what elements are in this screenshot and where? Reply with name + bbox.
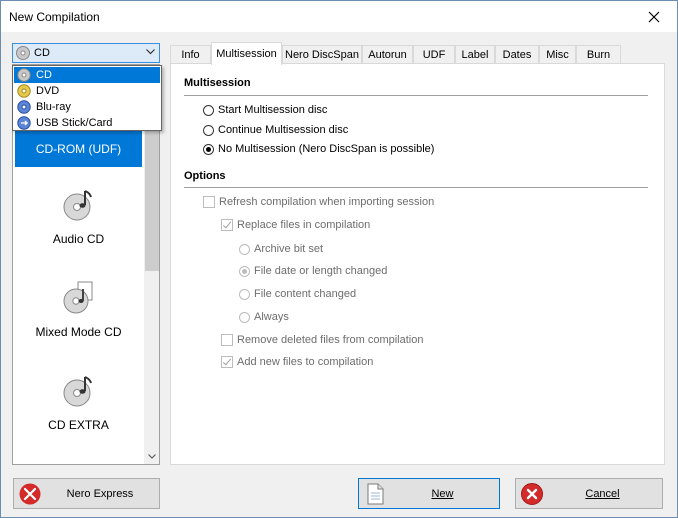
archive-bit-radio[interactable]: Archive bit set (239, 243, 323, 255)
radio-indicator (239, 243, 250, 255)
scroll-down-arrow[interactable] (144, 448, 159, 464)
scroll-thumb[interactable] (145, 125, 159, 271)
list-item-audio-cd[interactable]: Audio CD (15, 187, 142, 246)
media-type-select[interactable]: CD (12, 43, 160, 63)
file-content-radio[interactable]: File content changed (239, 288, 356, 300)
cd-icon (17, 68, 31, 82)
checkbox-indicator (221, 356, 233, 368)
tab-info[interactable]: Info (170, 45, 211, 63)
nero-express-button[interactable]: Nero Express (13, 478, 160, 509)
list-item-label: Audio CD (52, 232, 105, 246)
radio-indicator (203, 143, 214, 155)
replace-files-checkbox[interactable]: Replace files in compilation (221, 219, 370, 231)
options-group-title: Options (184, 170, 226, 182)
tab-dates[interactable]: Dates (495, 45, 539, 63)
list-item-label: Mixed Mode CD (35, 325, 122, 339)
media-type-dropdown[interactable]: CD DVD Blu-ray USB Stick/Card (12, 65, 162, 131)
audio-cd-icon (63, 190, 92, 221)
dropdown-option-cd[interactable]: CD (14, 67, 160, 83)
tab-nero-discspan[interactable]: Nero DiscSpan (282, 45, 362, 63)
checkbox-indicator (221, 219, 233, 231)
always-radio[interactable]: Always (239, 311, 289, 323)
tab-autorun[interactable]: Autorun (362, 45, 413, 63)
radio-indicator (203, 104, 214, 116)
chevron-down-icon (148, 453, 156, 459)
list-item-label: CD EXTRA (48, 418, 109, 432)
radio-indicator (203, 124, 214, 136)
cd-extra-icon (63, 376, 92, 407)
multisession-group-title: Multisession (184, 77, 251, 89)
list-item-mixed-mode-cd[interactable]: Mixed Mode CD (15, 280, 142, 339)
media-type-value: CD (34, 47, 50, 59)
list-item-cd-rom-udf[interactable]: CD-ROM (UDF) (15, 131, 142, 167)
new-document-icon (367, 483, 384, 504)
nero-express-icon (19, 483, 41, 504)
tab-multisession[interactable]: Multisession (211, 42, 282, 65)
tab-misc[interactable]: Misc (539, 45, 576, 63)
start-multisession-radio[interactable]: Start Multisession disc (203, 104, 327, 116)
radio-indicator (239, 265, 250, 277)
no-multisession-radio[interactable]: No Multisession (Nero DiscSpan is possib… (203, 143, 434, 155)
title-bar: New Compilation (1, 1, 677, 32)
chevron-down-icon (146, 49, 155, 55)
window-title: New Compilation (9, 10, 100, 24)
dropdown-option-usb[interactable]: USB Stick/Card (14, 115, 160, 131)
tab-burn[interactable]: Burn (576, 45, 621, 63)
close-icon (648, 11, 660, 22)
list-item-cd-extra[interactable]: CD EXTRA (15, 373, 142, 432)
divider (184, 95, 648, 96)
dropdown-option-bluray[interactable]: Blu-ray (14, 99, 160, 115)
cd-icon (16, 46, 30, 60)
divider (184, 187, 648, 188)
new-button[interactable]: New (358, 478, 500, 509)
add-new-files-checkbox[interactable]: Add new files to compilation (221, 356, 373, 368)
remove-deleted-checkbox[interactable]: Remove deleted files from compilation (221, 334, 423, 346)
radio-indicator (239, 288, 250, 300)
refresh-compilation-checkbox[interactable]: Refresh compilation when importing sessi… (203, 196, 434, 208)
mixed-mode-cd-icon (63, 281, 92, 314)
checkbox-indicator (221, 334, 233, 346)
radio-indicator (239, 311, 250, 323)
cancel-button[interactable]: Cancel (515, 478, 663, 509)
checkbox-indicator (203, 196, 215, 208)
tab-udf[interactable]: UDF (413, 45, 455, 63)
multisession-panel: Multisession Start Multisession disc Con… (170, 63, 665, 465)
tab-label[interactable]: Label (455, 45, 495, 63)
continue-multisession-radio[interactable]: Continue Multisession disc (203, 124, 348, 136)
close-button[interactable] (631, 1, 677, 32)
bluray-icon (17, 100, 31, 114)
dropdown-option-dvd[interactable]: DVD (14, 83, 160, 99)
cancel-icon (521, 482, 543, 505)
usb-icon (17, 116, 31, 130)
dvd-icon (17, 84, 31, 98)
file-date-length-radio[interactable]: File date or length changed (239, 265, 387, 277)
